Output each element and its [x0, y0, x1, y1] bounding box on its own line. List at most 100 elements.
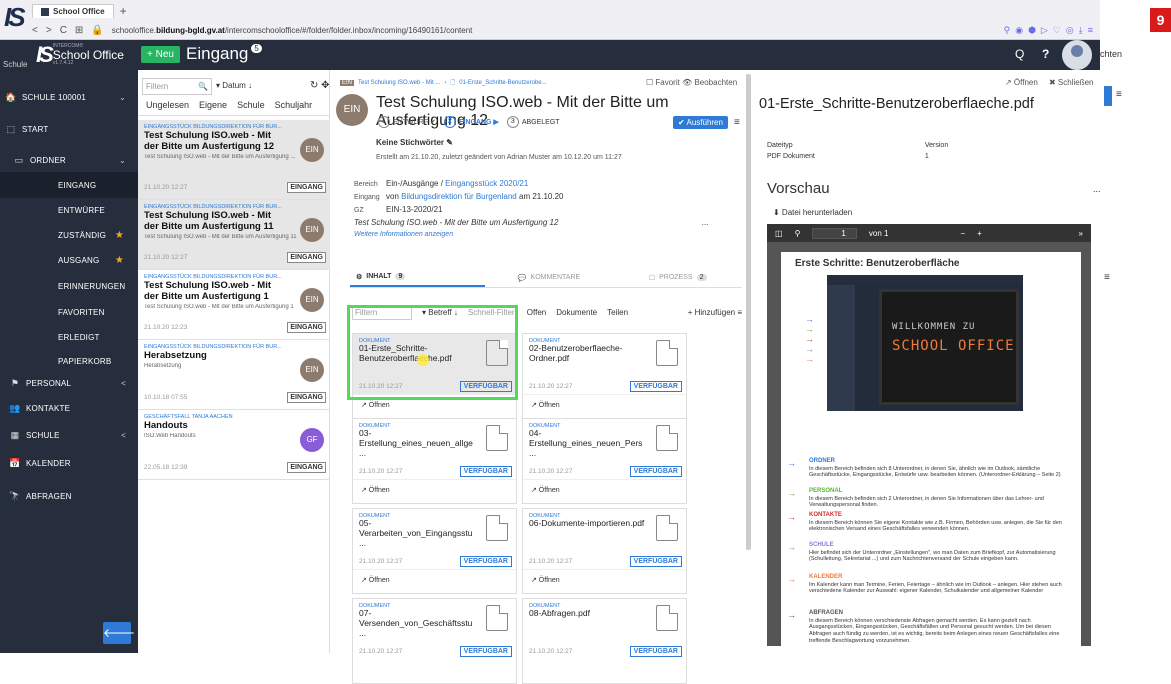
sidebar-item-erledigt[interactable]: Erledigt	[0, 324, 138, 350]
new-tab-button[interactable]: +	[120, 4, 127, 18]
card-open-link[interactable]: ↗ Öffnen	[523, 479, 686, 503]
more-info-link[interactable]: Weitere Informationen anzeigen	[354, 229, 563, 241]
sort-dropdown[interactable]: ▾ Datum ↓	[216, 81, 252, 90]
list-item[interactable]: EINGANGSSTÜCK BILDUNGSDIREKTION FÜR BUR.…	[138, 340, 330, 410]
chevron-icon[interactable]: ⌄	[119, 156, 126, 165]
search-icon[interactable]: Q	[1015, 47, 1024, 61]
card-open-link[interactable]: ↗ Öffnen	[523, 394, 686, 418]
more-dots[interactable]: ...	[702, 217, 709, 229]
zoom-out-button[interactable]: −	[960, 229, 965, 238]
quick-filter-chip[interactable]: Eigene	[199, 100, 227, 110]
sidebar-item-schule[interactable]: ▦ Schule <	[0, 422, 138, 448]
card-open-link[interactable]: ↗ Öffnen	[353, 569, 516, 593]
page-number-input[interactable]: 1	[812, 227, 857, 239]
help-icon[interactable]: ?	[1042, 47, 1049, 61]
cut-off-blue-button[interactable]	[1104, 86, 1112, 106]
sidebar-item-personal[interactable]: ⚑ Personal <	[0, 370, 138, 396]
quick-filter-chip[interactable]: Ungelesen	[146, 100, 189, 110]
sidebar-toggle-icon[interactable]: ◫	[775, 229, 783, 238]
list-item[interactable]: EINGANGSSTÜCK BILDUNGSDIREKTION FÜR BUR.…	[138, 270, 330, 340]
reload-icon[interactable]: C	[60, 25, 67, 36]
sidebar-item-start[interactable]: ⬚ Start	[0, 116, 138, 142]
section-text: In diesem Bereich befinden sich 2 Untero…	[809, 495, 1044, 509]
sidebar-item-kalender[interactable]: 📅 Kalender	[0, 450, 138, 476]
sidebar-item-zuständig[interactable]: Zuständig ★	[0, 222, 138, 248]
url-domain: bildung-bgld.gv.at	[156, 25, 225, 35]
add-button[interactable]: + Hinzufügen ≡	[688, 308, 742, 317]
url-text[interactable]: schooloffice.bildung-bgld.gv.at/intercom…	[112, 26, 996, 35]
document-card[interactable]: DOKUMENT 02-Benutzeroberflaeche-Ordner.pd…	[522, 333, 687, 419]
document-card[interactable]: DOKUMENT 03-Erstellung_eines_neuen_allge …	[352, 418, 517, 504]
document-card[interactable]: DOKUMENT 07-Versenden_von_Geschäftsstu ..…	[352, 598, 517, 684]
sidebar-item-kontakte[interactable]: 👥 Kontakte	[0, 395, 138, 421]
new-button[interactable]: + Neu	[141, 46, 180, 63]
keywords[interactable]: Keine Stichwörter ✎	[376, 138, 453, 147]
refresh-icon[interactable]: ↻ ✥	[310, 80, 330, 91]
document-card[interactable]: DOKUMENT 04-Erstellung_eines_neuen_Pers .…	[522, 418, 687, 504]
sidebar-item-abfragen[interactable]: 🔭 Abfragen	[0, 483, 138, 509]
url-bar[interactable]: < > C ⊞ 🔒 schooloffice.bildung-bgld.gv.a…	[32, 22, 1098, 38]
chevron-icon[interactable]: ⌄	[119, 93, 126, 102]
document-card[interactable]: DOKUMENT 08-Abfragen.pdf 21.10.20 12:27 VER…	[522, 598, 687, 684]
sidebar-item-eingang[interactable]: Eingang	[0, 172, 138, 198]
browser-toolbar-icons[interactable]: ⚲◉⬢▷♡◎⤓≡	[1004, 25, 1098, 36]
forward-icon[interactable]: >	[46, 25, 52, 36]
sidebar-item-ordner[interactable]: ▭ Ordner ⌄	[0, 147, 138, 173]
meta-link[interactable]: Eingangsstück 2020/21	[445, 179, 528, 188]
filter-open[interactable]: Offen	[527, 308, 546, 317]
quick-filter-chip[interactable]: Schule	[237, 100, 265, 110]
sidebar-item-erinnerungen[interactable]: Erinnerungen	[0, 273, 138, 299]
zoom-in-button[interactable]: +	[977, 229, 982, 238]
tab-kommentare[interactable]: 💬 Kommentare	[485, 268, 614, 287]
favorite-watch-actions[interactable]: ☐ Favorit 👁 Beobachten	[646, 78, 737, 87]
card-open-link[interactable]: ↗ Öffnen	[353, 479, 516, 503]
workflow-step[interactable]: 1 Entwurf ✔	[378, 116, 444, 128]
arrow-icon: →	[805, 344, 814, 354]
list-filter-input[interactable]: Filtern 🔍	[142, 78, 212, 95]
document-card[interactable]: DOKUMENT 06-Dokumente-importieren.pdf 21.1…	[522, 508, 687, 594]
quick-filter-chip[interactable]: Schuljahr	[275, 100, 313, 110]
card-status-badge: VERFÜGBAR	[459, 466, 512, 477]
card-status-badge: VERFÜGBAR	[459, 556, 512, 567]
open-button[interactable]: ↗ Öffnen	[1005, 78, 1038, 87]
pdf-viewer[interactable]: Erste Schritte: Benutzeroberfläche WILLK…	[767, 242, 1091, 646]
cut-off-menu-icon-2[interactable]: ≡	[1104, 272, 1110, 283]
item-date: 22.05.18 12:39	[144, 464, 188, 471]
more-tools-button[interactable]: »	[1079, 229, 1083, 238]
list-item[interactable]: EINGANGSSTÜCK BILDUNGSDIREKTION FÜR BUR.…	[138, 120, 330, 200]
execute-button[interactable]: ✔ Ausführen	[673, 116, 728, 129]
breadcrumb-item[interactable]: Test Schulung ISO.web - Mit ...	[358, 80, 440, 86]
scrollbar[interactable]	[746, 74, 751, 550]
search-icon[interactable]: ⚲	[795, 229, 801, 238]
filter-documents[interactable]: Dokumente	[556, 308, 597, 317]
tab-prozess[interactable]: ☐ Prozess 2	[613, 268, 742, 287]
card-date: 21.10.20 12:27	[359, 468, 403, 475]
collapse-sidebar-button[interactable]: 🡐	[103, 622, 135, 644]
download-link[interactable]: ⬇ Datei herunterladen	[773, 208, 852, 217]
meta-link[interactable]: Bildungsdirektion für Burgenland	[401, 192, 517, 201]
more-menu-icon[interactable]: ≡	[734, 117, 740, 128]
chevron-icon[interactable]: <	[121, 379, 126, 388]
close-button[interactable]: ✖ Schließen	[1049, 78, 1094, 87]
browser-tab[interactable]: School Office	[32, 4, 114, 18]
sidebar-item-ausgang[interactable]: Ausgang ★	[0, 247, 138, 273]
list-item[interactable]: EINGANGSSTÜCK BILDUNGSDIREKTION FÜR BUR.…	[138, 200, 330, 270]
tab-inhalt[interactable]: ⚙ Inhalt 9	[350, 268, 485, 287]
sidebar-item-schule-100001[interactable]: 🏠 Schule 100001 ⌄	[0, 84, 138, 110]
workflow-step[interactable]: 2 Eingang ▶	[443, 116, 507, 128]
document-card[interactable]: DOKUMENT 05-Verarbeiten_von_Eingangsstu .…	[352, 508, 517, 594]
sidebar-item-entwürfe[interactable]: Entwürfe	[0, 197, 138, 223]
card-body: DOKUMENT 04-Erstellung_eines_neuen_Pers .…	[523, 419, 686, 479]
cut-off-menu-icon[interactable]: ≡	[1116, 89, 1122, 100]
workflow-step[interactable]: 3 Abgelegt	[506, 116, 568, 128]
card-open-link[interactable]: ↗ Öffnen	[523, 569, 686, 593]
app-logo[interactable]: IS INTERCOM® School Office v1.7.4.12	[36, 42, 124, 68]
chevron-icon[interactable]: <	[121, 431, 126, 440]
list-item[interactable]: GESCHÄFTSFALL TANJA AACHEN Handouts ISO.We…	[138, 410, 330, 480]
more-dots[interactable]: ...	[1093, 184, 1101, 194]
breadcrumb-item[interactable]: 01-Erste_Schritte-Benutzerobe...	[459, 80, 546, 86]
sidebar-item-favoriten[interactable]: Favoriten	[0, 299, 138, 325]
apps-icon[interactable]: ⊞	[75, 25, 83, 36]
user-avatar[interactable]	[1062, 40, 1092, 70]
filter-share[interactable]: Teilen	[607, 308, 628, 317]
